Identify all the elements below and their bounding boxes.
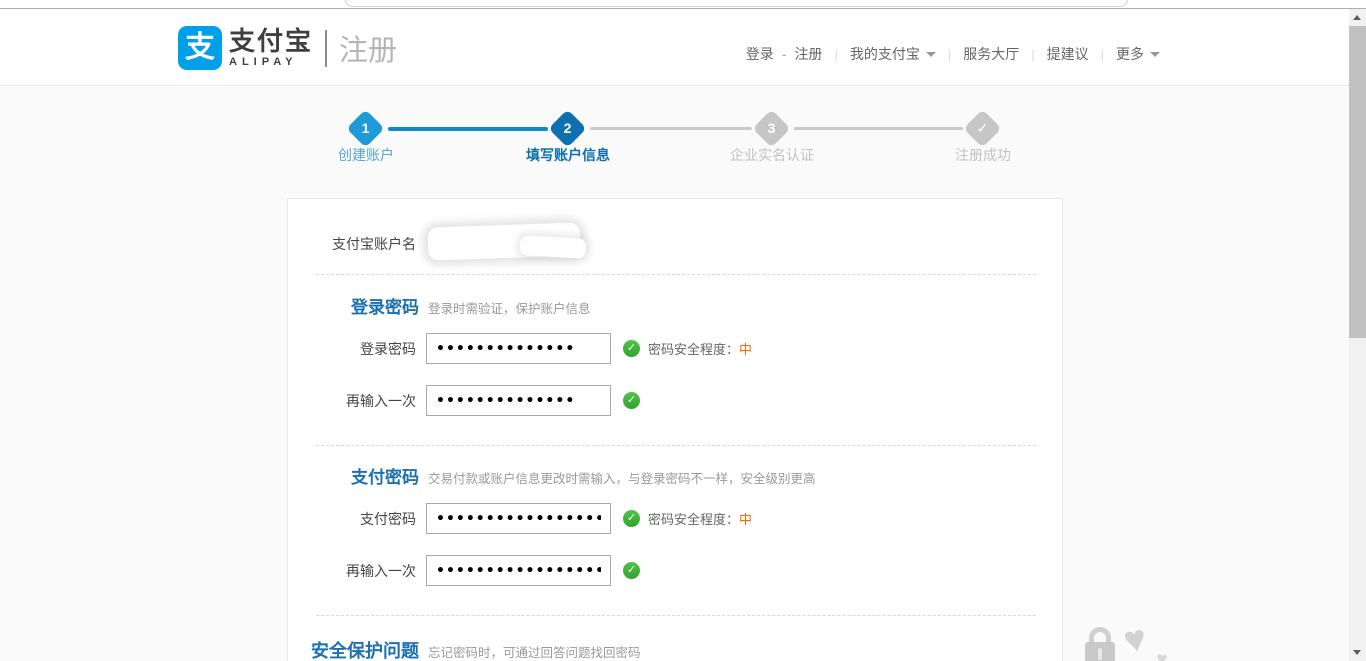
login-password-input[interactable]	[426, 333, 611, 364]
step-4-label: 注册成功	[903, 145, 1063, 165]
scrollbar-down-button[interactable]	[1349, 644, 1366, 661]
brand-name: 支付宝	[229, 28, 313, 54]
step-1-marker: 1	[346, 109, 384, 147]
vertical-scrollbar[interactable]	[1349, 9, 1366, 661]
login-password-label: 登录密码	[288, 339, 416, 359]
arrow-up-icon	[1353, 15, 1361, 20]
valid-check-icon: ✓	[623, 392, 640, 409]
account-name-row: 支付宝账户名	[288, 228, 416, 259]
section-divider	[316, 615, 1036, 616]
pay-password-confirm-input[interactable]	[426, 555, 611, 586]
account-name-label: 支付宝账户名	[288, 234, 416, 254]
chevron-down-icon[interactable]	[926, 52, 936, 57]
valid-check-icon: ✓	[623, 562, 640, 579]
nav-separator: |	[1101, 47, 1104, 62]
account-name-redacted-value	[520, 235, 587, 258]
security-question-section-hint: 忘记密码时，可通过回答问题找回密码	[428, 642, 641, 661]
step-connector-active	[388, 127, 548, 131]
login-password-confirm-label: 再输入一次	[288, 391, 416, 411]
nav-separator: |	[948, 47, 951, 62]
top-navigation: 登录 - 注册 | 我的支付宝 | 服务大厅 | 提建议 | 更多	[746, 44, 1160, 64]
lock-icon	[1085, 642, 1115, 661]
main-content: 1 2 3 ✓ 创建账户 填写账户信息 企业实名认证 注册成功 支付宝账户名 登…	[0, 87, 1366, 661]
login-password-section-title: 登录密码	[288, 293, 419, 318]
password-strength-text: 密码安全程度：中	[648, 509, 752, 528]
pay-password-row: 支付密码 ✓ 密码安全程度：中	[288, 503, 752, 534]
section-divider	[316, 445, 1036, 446]
valid-check-icon: ✓	[623, 340, 640, 357]
pay-password-confirm-row: 再输入一次 ✓	[288, 555, 640, 586]
step-2-label: 填写账户信息	[488, 145, 648, 165]
scrollbar-up-button[interactable]	[1349, 9, 1366, 26]
login-password-row: 登录密码 ✓ 密码安全程度：中	[288, 333, 752, 364]
decorative-security-graphics: ♥ ♥	[1082, 627, 1192, 661]
step-connector	[794, 127, 963, 130]
nav-separator: |	[834, 47, 837, 62]
page-header: 支 支付宝 ALIPAY 注册 登录 - 注册 | 我的支付宝 | 服务大厅 |…	[0, 9, 1366, 86]
nav-feedback-link[interactable]: 提建议	[1047, 44, 1089, 64]
password-strength-text: 密码安全程度：中	[648, 339, 752, 358]
alipay-logo-icon: 支	[178, 26, 222, 70]
alipay-logo[interactable]: 支 支付宝 ALIPAY 注册	[178, 26, 397, 70]
nav-register-link[interactable]: 注册	[794, 44, 822, 64]
step-3-label: 企业实名认证	[692, 145, 852, 165]
pay-password-section-header: 支付密码 交易付款或账户信息更改时需输入，与登录密码不一样，安全级别更高	[288, 463, 816, 488]
login-password-confirm-input[interactable]	[426, 385, 611, 416]
step-1-label: 创建账户	[286, 145, 446, 165]
step-3-marker: 3	[752, 109, 790, 147]
valid-check-icon: ✓	[623, 510, 640, 527]
arrow-down-icon	[1353, 650, 1361, 655]
logo-divider	[325, 30, 327, 67]
login-password-section-hint: 登录时需验证，保护账户信息	[428, 298, 591, 317]
nav-my-alipay-link[interactable]: 我的支付宝	[850, 44, 920, 64]
password-strength-level: 中	[739, 342, 752, 357]
registration-progress-steps: 1 2 3 ✓ 创建账户 填写账户信息 企业实名认证 注册成功	[0, 87, 1366, 167]
nav-dash-separator: -	[782, 46, 787, 62]
pay-password-section-title: 支付密码	[288, 463, 419, 488]
chevron-down-icon[interactable]	[1150, 52, 1160, 57]
browser-chrome-remnant	[0, 0, 1366, 9]
security-question-section-title: 安全保护问题	[288, 637, 419, 661]
login-password-confirm-row: 再输入一次 ✓	[288, 385, 640, 416]
nav-service-hall-link[interactable]: 服务大厅	[963, 44, 1019, 64]
pay-password-input[interactable]	[426, 503, 611, 534]
alipay-wordmark: 支付宝 ALIPAY	[229, 28, 313, 68]
pay-password-label: 支付密码	[288, 509, 416, 529]
security-question-section-header: 安全保护问题 忘记密码时，可通过回答问题找回密码	[288, 637, 641, 661]
pay-password-confirm-label: 再输入一次	[288, 561, 416, 581]
scrollbar-thumb[interactable]	[1349, 26, 1366, 338]
page-title: 注册	[339, 27, 397, 69]
pay-password-section-hint: 交易付款或账户信息更改时需输入，与登录密码不一样，安全级别更高	[428, 468, 816, 487]
nav-login-link[interactable]: 登录	[746, 44, 774, 64]
heart-icon: ♥	[1120, 617, 1150, 661]
heart-icon: ♥	[1155, 648, 1169, 661]
password-strength-level: 中	[739, 512, 752, 527]
nav-separator: |	[1031, 47, 1034, 62]
login-password-section-header: 登录密码 登录时需验证，保护账户信息	[288, 293, 591, 318]
step-connector	[590, 127, 752, 130]
brand-name-latin: ALIPAY	[229, 56, 313, 68]
nav-more-link[interactable]: 更多	[1116, 44, 1144, 64]
section-divider	[316, 274, 1036, 275]
step-2-marker: 2	[548, 109, 586, 147]
account-info-form-panel: 支付宝账户名 登录密码 登录时需验证，保护账户信息 登录密码 ✓ 密码安全程度：…	[287, 198, 1063, 661]
address-bar-bottom	[345, 0, 1128, 7]
step-4-marker-check-icon: ✓	[963, 109, 1001, 147]
